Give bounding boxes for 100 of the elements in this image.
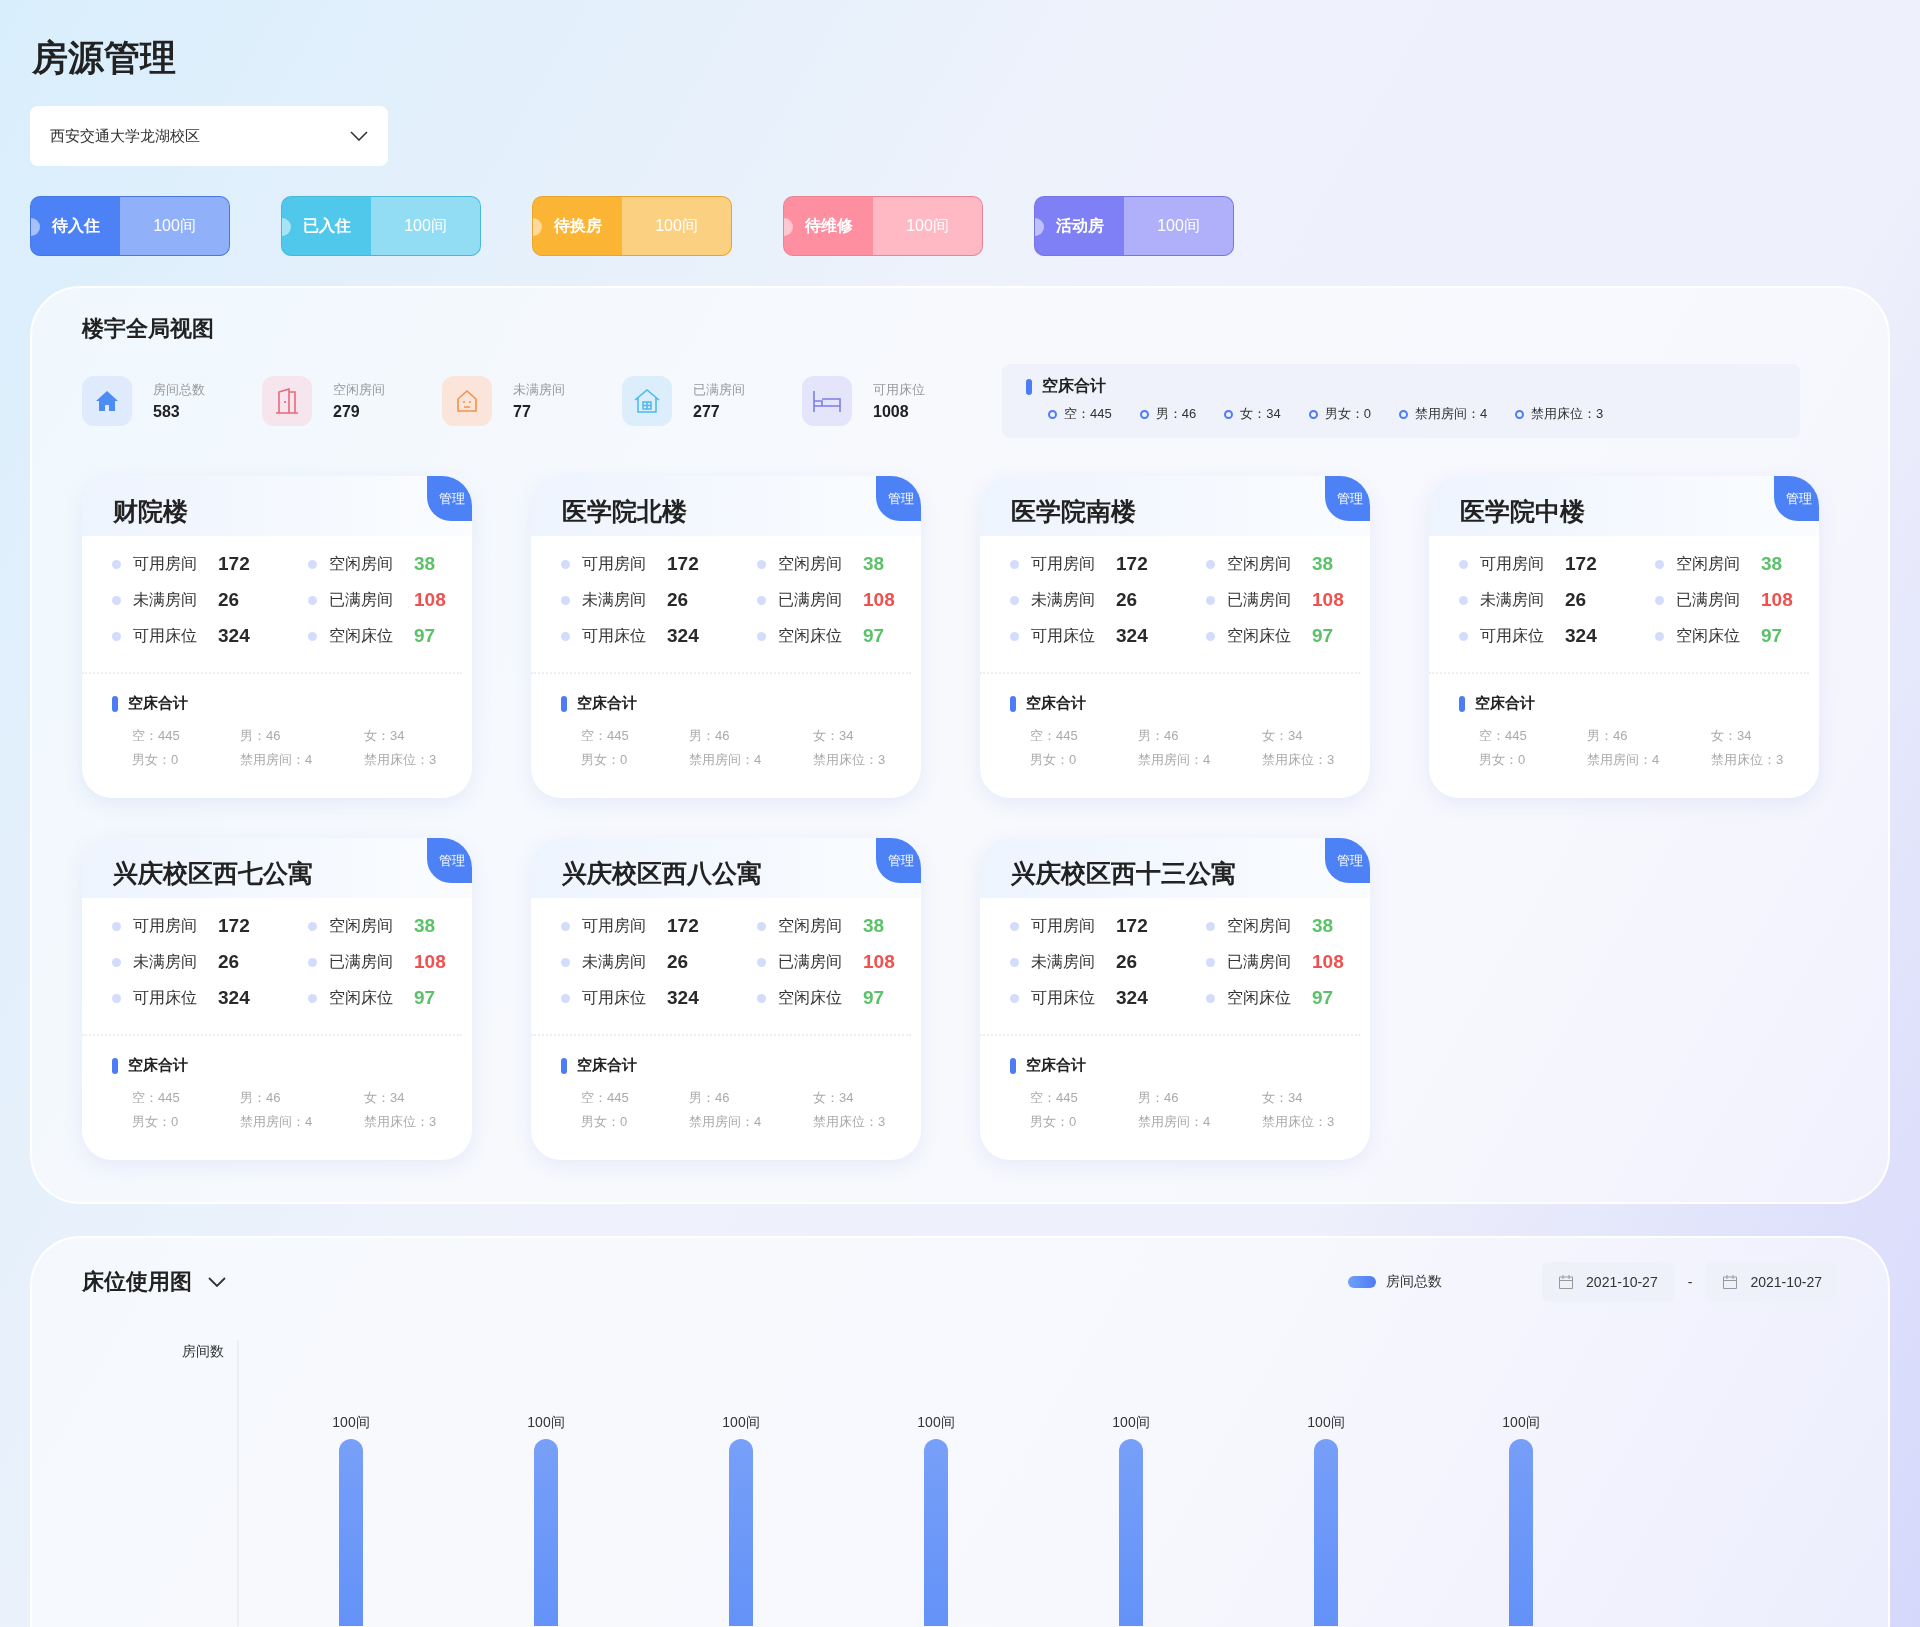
summary-item: 空：445 bbox=[581, 1089, 630, 1107]
building-name: 医学院南楼 bbox=[1011, 496, 1136, 527]
manage-button[interactable]: 管理 bbox=[427, 838, 472, 883]
metric-value: 172 bbox=[667, 553, 699, 575]
summary-item: 男女：0 bbox=[581, 751, 629, 769]
summary-item: 男：46 bbox=[1138, 1089, 1180, 1107]
building-name: 兴庆校区西十三公寓 bbox=[1011, 858, 1236, 889]
status-filter-button[interactable]: 待换房 100间 bbox=[532, 196, 732, 256]
bullet-dot-icon bbox=[757, 631, 766, 641]
metric-value: 26 bbox=[1116, 951, 1138, 973]
bullet-dot-icon bbox=[1010, 559, 1019, 569]
bed-icon bbox=[812, 389, 842, 413]
manage-button[interactable]: 管理 bbox=[1325, 476, 1370, 521]
ring-bullet-icon bbox=[1224, 409, 1234, 419]
metric-label: 可用房间 bbox=[133, 553, 198, 574]
bullet-dot-icon bbox=[1206, 559, 1215, 569]
manage-button[interactable]: 管理 bbox=[1774, 476, 1819, 521]
bullet-dot-icon bbox=[1206, 993, 1215, 1003]
metric-label: 空闲房间 bbox=[1227, 553, 1292, 574]
bullet-dot-icon bbox=[1010, 993, 1019, 1003]
manage-button[interactable]: 管理 bbox=[427, 476, 472, 521]
summary-item: 禁用房间：4 bbox=[1138, 751, 1212, 769]
chevron-down-icon bbox=[350, 131, 368, 141]
legend-label: 房间总数 bbox=[1386, 1273, 1443, 1291]
status-filter-button[interactable]: 活动房 100间 bbox=[1034, 196, 1234, 256]
manage-button[interactable]: 管理 bbox=[1325, 838, 1370, 883]
summary-item: 女：34 bbox=[364, 727, 406, 745]
metric-value: 172 bbox=[1565, 553, 1597, 575]
metric-value: 26 bbox=[1565, 589, 1587, 611]
summary-item: 禁用床位：3 bbox=[1711, 751, 1785, 769]
summary-item: 空：445 bbox=[1479, 727, 1528, 745]
metric-value: 26 bbox=[667, 589, 689, 611]
date-field[interactable]: 2021-10-27 bbox=[1542, 1262, 1674, 1302]
status-filter-button[interactable]: 待维修 100间 bbox=[783, 196, 983, 256]
stat-label: 房间总数 bbox=[153, 381, 205, 399]
bar-value-label: 100间 bbox=[1502, 1414, 1540, 1430]
summary-item: 男：46 bbox=[1587, 727, 1629, 745]
metric-value: 172 bbox=[1116, 915, 1148, 937]
bullet-dot-icon bbox=[1206, 921, 1215, 931]
metric-label: 空闲房间 bbox=[1676, 553, 1741, 574]
title-marker bbox=[561, 1057, 567, 1074]
ring-bullet-icon bbox=[1398, 409, 1408, 419]
axis-title: 房间数 bbox=[182, 1343, 224, 1359]
bullet-dot-icon bbox=[561, 957, 570, 967]
summary-item: 空：445 bbox=[132, 727, 181, 745]
metric-label: 未满房间 bbox=[582, 951, 647, 972]
bar-value-label: 100间 bbox=[332, 1414, 370, 1430]
bullet-dot-icon bbox=[112, 595, 121, 605]
metric-label: 可用房间 bbox=[582, 553, 647, 574]
stat-value: 279 bbox=[333, 403, 361, 421]
metric-value: 38 bbox=[1761, 553, 1783, 575]
bullet-dot-icon bbox=[1655, 559, 1664, 569]
summary-item: 男女：0 bbox=[132, 1113, 180, 1131]
metric-label: 已满房间 bbox=[329, 951, 394, 972]
status-filter-button[interactable]: 已入住 100间 bbox=[281, 196, 481, 256]
manage-button[interactable]: 管理 bbox=[876, 838, 921, 883]
bullet-dot-icon bbox=[561, 559, 570, 569]
title-marker bbox=[112, 695, 118, 712]
campus-select[interactable]: 西安交通大学龙湖校区 bbox=[30, 106, 388, 166]
summary-item: 禁用房间：4 bbox=[240, 751, 314, 769]
metric-value: 97 bbox=[863, 625, 885, 647]
bullet-dot-icon bbox=[757, 595, 766, 605]
summary-item: 禁用床位：3 bbox=[1262, 751, 1336, 769]
bullet-dot-icon bbox=[561, 595, 570, 605]
metric-value: 97 bbox=[863, 987, 885, 1009]
summary-item: 空：445 bbox=[132, 1089, 181, 1107]
metric-label: 可用房间 bbox=[582, 915, 647, 936]
status-filter-button[interactable]: 待入住 100间 bbox=[30, 196, 230, 256]
summary-item: 男：46 bbox=[689, 727, 731, 745]
bullet-dot-icon bbox=[757, 993, 766, 1003]
bullet-dot-icon bbox=[308, 631, 317, 641]
metric-value: 172 bbox=[667, 915, 699, 937]
metric-label: 已满房间 bbox=[1227, 589, 1292, 610]
metric-label: 空闲床位 bbox=[329, 625, 394, 646]
metric-label: 可用床位 bbox=[582, 987, 647, 1008]
ring-bullet-icon bbox=[1515, 409, 1525, 419]
summary-item: 女：34 bbox=[1262, 1089, 1304, 1107]
manage-button[interactable]: 管理 bbox=[876, 476, 921, 521]
summary-title: 空床合计 bbox=[1042, 376, 1106, 396]
metric-label: 未满房间 bbox=[582, 589, 647, 610]
metric-value: 172 bbox=[218, 553, 250, 575]
summary-item: 男：46 bbox=[240, 1089, 282, 1107]
metric-label: 可用床位 bbox=[133, 987, 198, 1008]
metric-value: 38 bbox=[414, 915, 436, 937]
ring-bullet-icon bbox=[1139, 409, 1149, 419]
house-icon bbox=[95, 390, 119, 412]
summary-item: 男女：0 bbox=[132, 751, 180, 769]
metric-label: 可用床位 bbox=[582, 625, 647, 646]
stat-value: 583 bbox=[153, 403, 181, 421]
chevron-down-icon[interactable] bbox=[208, 1277, 226, 1287]
title-marker bbox=[1010, 1057, 1016, 1074]
summary-title: 空床合计 bbox=[128, 1056, 188, 1075]
metric-value: 97 bbox=[1312, 625, 1334, 647]
metric-value: 38 bbox=[414, 553, 436, 575]
summary-item: 男女：0 bbox=[1030, 1113, 1078, 1131]
summary-item: 禁用房间：4 bbox=[1138, 1113, 1212, 1131]
metric-value: 26 bbox=[218, 951, 240, 973]
summary-item: 男女：0 bbox=[1324, 405, 1371, 423]
summary-item: 女：34 bbox=[813, 727, 855, 745]
metric-value: 324 bbox=[218, 625, 250, 647]
